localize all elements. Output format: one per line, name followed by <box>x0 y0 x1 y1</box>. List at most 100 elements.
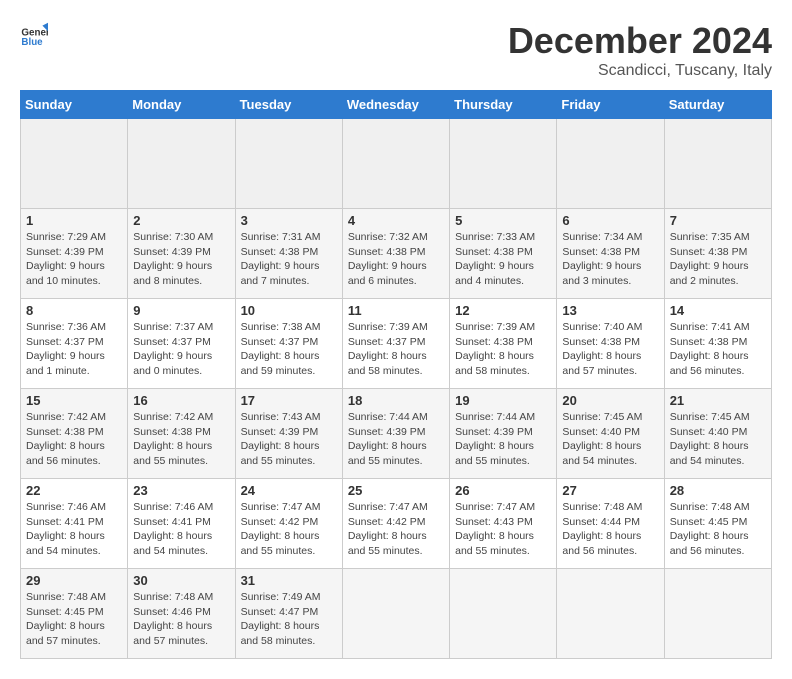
calendar-cell: 8 Sunrise: 7:36 AMSunset: 4:37 PMDaylight… <box>21 299 128 389</box>
day-info: Sunrise: 7:46 AMSunset: 4:41 PMDaylight:… <box>133 500 229 559</box>
day-info: Sunrise: 7:44 AMSunset: 4:39 PMDaylight:… <box>348 410 444 469</box>
day-number: 30 <box>133 573 229 588</box>
calendar-cell <box>664 569 771 659</box>
day-info: Sunrise: 7:47 AMSunset: 4:42 PMDaylight:… <box>241 500 337 559</box>
day-number: 19 <box>455 393 551 408</box>
calendar-cell <box>557 119 664 209</box>
calendar-cell: 17 Sunrise: 7:43 AMSunset: 4:39 PMDayligh… <box>235 389 342 479</box>
day-number: 11 <box>348 303 444 318</box>
calendar-week-row: 15 Sunrise: 7:42 AMSunset: 4:38 PMDayligh… <box>21 389 772 479</box>
day-header-thursday: Thursday <box>450 91 557 119</box>
calendar-week-row <box>21 119 772 209</box>
calendar-week-row: 29Sunrise: 7:48 AMSunset: 4:45 PMDayligh… <box>21 569 772 659</box>
day-info: Sunrise: 7:30 AMSunset: 4:39 PMDaylight:… <box>133 230 229 289</box>
calendar-cell: 29Sunrise: 7:48 AMSunset: 4:45 PMDayligh… <box>21 569 128 659</box>
day-info: Sunrise: 7:36 AMSunset: 4:37 PMDaylight:… <box>26 320 122 379</box>
calendar-cell: 23Sunrise: 7:46 AMSunset: 4:41 PMDayligh… <box>128 479 235 569</box>
calendar-cell <box>342 569 449 659</box>
calendar-week-row: 8 Sunrise: 7:36 AMSunset: 4:37 PMDaylight… <box>21 299 772 389</box>
calendar-cell: 1 Sunrise: 7:29 AMSunset: 4:39 PMDaylight… <box>21 209 128 299</box>
day-number: 8 <box>26 303 122 318</box>
calendar-cell: 15 Sunrise: 7:42 AMSunset: 4:38 PMDayligh… <box>21 389 128 479</box>
calendar-cell: 9Sunrise: 7:37 AMSunset: 4:37 PMDaylight… <box>128 299 235 389</box>
calendar-cell <box>128 119 235 209</box>
day-number: 28 <box>670 483 766 498</box>
day-number: 13 <box>562 303 658 318</box>
day-info: Sunrise: 7:29 AMSunset: 4:39 PMDaylight:… <box>26 230 122 289</box>
calendar-cell: 25 Sunrise: 7:47 AMSunset: 4:42 PMDayligh… <box>342 479 449 569</box>
day-number: 2 <box>133 213 229 228</box>
day-header-sunday: Sunday <box>21 91 128 119</box>
calendar-cell: 22 Sunrise: 7:46 AMSunset: 4:41 PMDayligh… <box>21 479 128 569</box>
calendar-cell <box>450 119 557 209</box>
day-number: 24 <box>241 483 337 498</box>
calendar-cell: 5 Sunrise: 7:33 AMSunset: 4:38 PMDaylight… <box>450 209 557 299</box>
calendar-cell: 12Sunrise: 7:39 AMSunset: 4:38 PMDayligh… <box>450 299 557 389</box>
day-header-monday: Monday <box>128 91 235 119</box>
calendar-cell: 27Sunrise: 7:48 AMSunset: 4:44 PMDayligh… <box>557 479 664 569</box>
day-header-tuesday: Tuesday <box>235 91 342 119</box>
day-number: 3 <box>241 213 337 228</box>
day-info: Sunrise: 7:48 AMSunset: 4:46 PMDaylight:… <box>133 590 229 649</box>
day-number: 18 <box>348 393 444 408</box>
day-info: Sunrise: 7:41 AMSunset: 4:38 PMDaylight:… <box>670 320 766 379</box>
day-number: 16 <box>133 393 229 408</box>
day-number: 14 <box>670 303 766 318</box>
title-area: December 2024 Scandicci, Tuscany, Italy <box>508 20 772 80</box>
day-info: Sunrise: 7:37 AMSunset: 4:37 PMDaylight:… <box>133 320 229 379</box>
calendar-table: SundayMondayTuesdayWednesdayThursdayFrid… <box>20 90 772 659</box>
calendar-cell: 6Sunrise: 7:34 AMSunset: 4:38 PMDaylight… <box>557 209 664 299</box>
header: General Blue December 2024 Scandicci, Tu… <box>20 20 772 80</box>
calendar-cell: 20Sunrise: 7:45 AMSunset: 4:40 PMDayligh… <box>557 389 664 479</box>
calendar-cell: 11Sunrise: 7:39 AMSunset: 4:37 PMDayligh… <box>342 299 449 389</box>
calendar-cell <box>342 119 449 209</box>
day-number: 22 <box>26 483 122 498</box>
day-number: 10 <box>241 303 337 318</box>
day-number: 5 <box>455 213 551 228</box>
day-info: Sunrise: 7:40 AMSunset: 4:38 PMDaylight:… <box>562 320 658 379</box>
calendar-cell: 14 Sunrise: 7:41 AMSunset: 4:38 PMDayligh… <box>664 299 771 389</box>
day-number: 31 <box>241 573 337 588</box>
day-number: 25 <box>348 483 444 498</box>
calendar-cell <box>21 119 128 209</box>
day-info: Sunrise: 7:46 AMSunset: 4:41 PMDaylight:… <box>26 500 122 559</box>
day-header-friday: Friday <box>557 91 664 119</box>
day-info: Sunrise: 7:33 AMSunset: 4:38 PMDaylight:… <box>455 230 551 289</box>
day-number: 1 <box>26 213 122 228</box>
calendar-cell: 21Sunrise: 7:45 AMSunset: 4:40 PMDayligh… <box>664 389 771 479</box>
calendar-cell: 19 Sunrise: 7:44 AMSunset: 4:39 PMDayligh… <box>450 389 557 479</box>
calendar-cell: 24 Sunrise: 7:47 AMSunset: 4:42 PMDayligh… <box>235 479 342 569</box>
calendar-cell <box>557 569 664 659</box>
day-info: Sunrise: 7:47 AMSunset: 4:42 PMDaylight:… <box>348 500 444 559</box>
calendar-cell: 4Sunrise: 7:32 AMSunset: 4:38 PMDaylight… <box>342 209 449 299</box>
calendar-week-row: 1 Sunrise: 7:29 AMSunset: 4:39 PMDaylight… <box>21 209 772 299</box>
calendar-cell: 13 Sunrise: 7:40 AMSunset: 4:38 PMDayligh… <box>557 299 664 389</box>
day-info: Sunrise: 7:35 AMSunset: 4:38 PMDaylight:… <box>670 230 766 289</box>
calendar-cell: 2 Sunrise: 7:30 AMSunset: 4:39 PMDaylight… <box>128 209 235 299</box>
calendar-cell: 18 Sunrise: 7:44 AMSunset: 4:39 PMDayligh… <box>342 389 449 479</box>
day-header-wednesday: Wednesday <box>342 91 449 119</box>
logo: General Blue <box>20 20 48 48</box>
day-number: 20 <box>562 393 658 408</box>
day-number: 27 <box>562 483 658 498</box>
calendar-cell <box>235 119 342 209</box>
svg-text:Blue: Blue <box>21 37 43 48</box>
day-info: Sunrise: 7:48 AMSunset: 4:45 PMDaylight:… <box>670 500 766 559</box>
day-info: Sunrise: 7:39 AMSunset: 4:38 PMDaylight:… <box>455 320 551 379</box>
day-info: Sunrise: 7:42 AMSunset: 4:38 PMDaylight:… <box>26 410 122 469</box>
month-title: December 2024 <box>508 20 772 62</box>
day-info: Sunrise: 7:44 AMSunset: 4:39 PMDaylight:… <box>455 410 551 469</box>
calendar-header-row: SundayMondayTuesdayWednesdayThursdayFrid… <box>21 91 772 119</box>
day-number: 7 <box>670 213 766 228</box>
day-number: 26 <box>455 483 551 498</box>
location-title: Scandicci, Tuscany, Italy <box>508 62 772 80</box>
day-number: 17 <box>241 393 337 408</box>
day-info: Sunrise: 7:34 AMSunset: 4:38 PMDaylight:… <box>562 230 658 289</box>
day-number: 15 <box>26 393 122 408</box>
calendar-cell: 26Sunrise: 7:47 AMSunset: 4:43 PMDayligh… <box>450 479 557 569</box>
calendar-cell: 3Sunrise: 7:31 AMSunset: 4:38 PMDaylight… <box>235 209 342 299</box>
day-header-saturday: Saturday <box>664 91 771 119</box>
calendar-week-row: 22 Sunrise: 7:46 AMSunset: 4:41 PMDayligh… <box>21 479 772 569</box>
day-info: Sunrise: 7:43 AMSunset: 4:39 PMDaylight:… <box>241 410 337 469</box>
calendar-cell: 28 Sunrise: 7:48 AMSunset: 4:45 PMDayligh… <box>664 479 771 569</box>
